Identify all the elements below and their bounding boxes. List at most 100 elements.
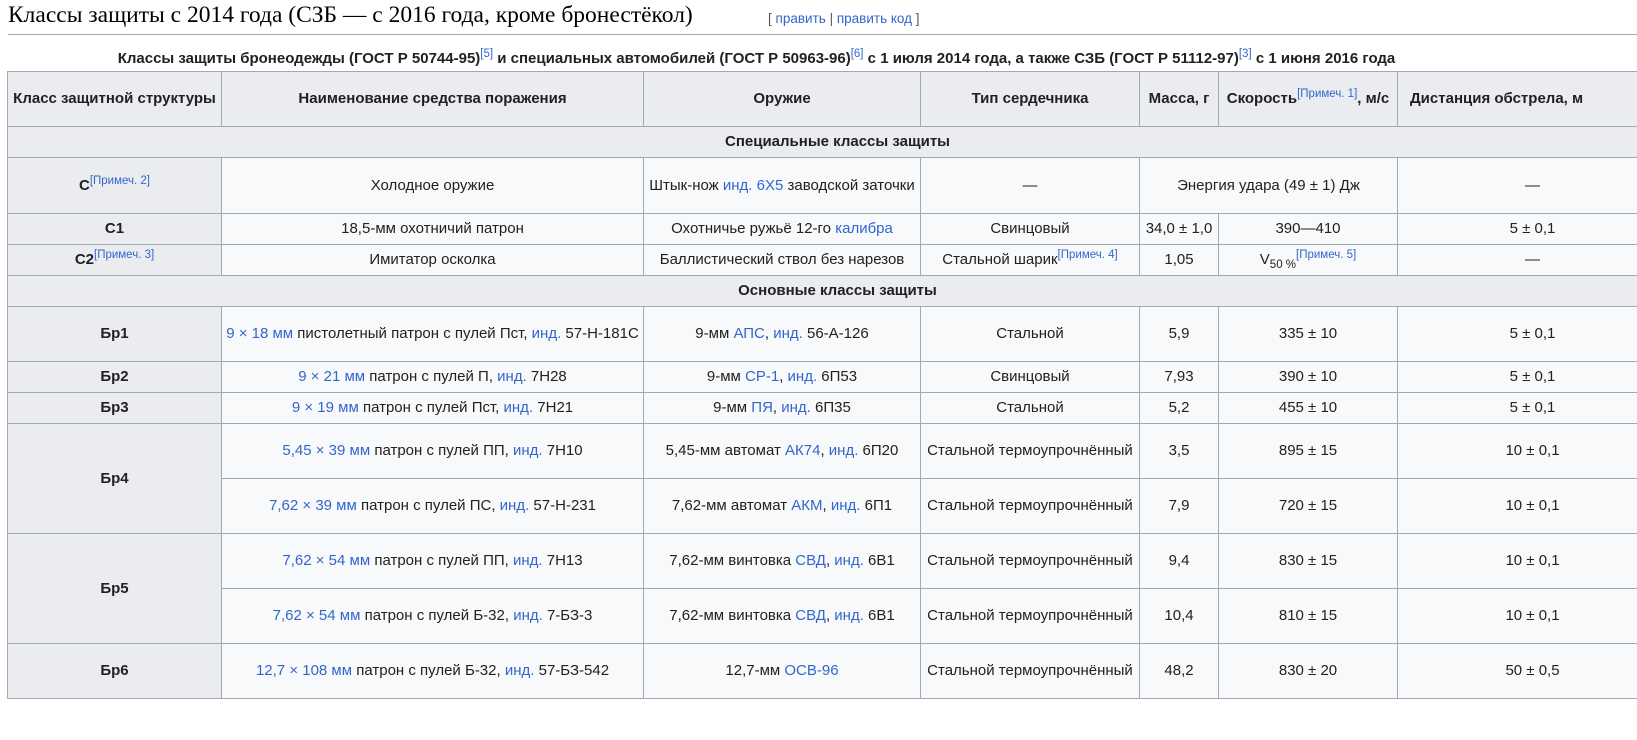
- note-3-link[interactable]: [Примеч. 3]: [94, 249, 154, 261]
- caliber-link[interactable]: 5,45 × 39 мм: [282, 442, 370, 459]
- caption-ref-3[interactable]: [3]: [1239, 48, 1252, 60]
- weapon-link[interactable]: СР-1: [745, 368, 779, 385]
- weapon-cell: 9-мм ПЯ, инд. 6П35: [643, 392, 921, 424]
- table-row-br2: Бр2 9 × 21 мм патрон с пулей П, инд. 7Н2…: [7, 361, 1637, 393]
- speed-cell: 390 ± 10: [1218, 361, 1398, 393]
- name-text: патрон с пулей П,: [365, 368, 498, 385]
- caliber-link[interactable]: калибра: [835, 220, 893, 237]
- weapon-link[interactable]: инд. 6Х5: [723, 177, 783, 194]
- weapon-code: 6П1: [860, 497, 893, 514]
- caption-text-2: и специальных автомобилей (ГОСТ Р 50963-…: [493, 50, 851, 67]
- core-cell: Стальной шарик[Примеч. 4]: [920, 244, 1140, 276]
- caliber-link[interactable]: 7,62 × 54 мм: [273, 607, 361, 624]
- weapon-link[interactable]: ОСВ-96: [784, 662, 838, 679]
- name-cell: 7,62 × 54 мм патрон с пулей Б-32, инд. 7…: [221, 588, 644, 644]
- table-row-br5a: Бр5 7,62 × 54 мм патрон с пулей ПП, инд.…: [7, 533, 1637, 644]
- index-link[interactable]: инд.: [497, 368, 527, 385]
- class-cell: Бр2: [7, 361, 222, 393]
- weapon-link[interactable]: АПС: [733, 325, 764, 342]
- col-header-mass: Масса, г: [1139, 71, 1219, 127]
- index-link[interactable]: инд.: [513, 607, 543, 624]
- weapon-index-link[interactable]: инд.: [781, 399, 811, 416]
- index-link[interactable]: инд.: [513, 552, 543, 569]
- weapon-cell: 9-мм СР-1, инд. 6П53: [643, 361, 921, 393]
- note-2-link[interactable]: [Примеч. 2]: [90, 175, 150, 187]
- index-link[interactable]: инд.: [532, 325, 562, 342]
- core-cell: Свинцовый: [920, 213, 1140, 245]
- speed-v: V: [1259, 251, 1270, 268]
- weapon-index-link[interactable]: инд.: [834, 552, 864, 569]
- name-cell: 7,62 × 54 мм патрон с пулей ПП, инд. 7Н1…: [221, 533, 644, 589]
- index-link[interactable]: инд.: [504, 399, 534, 416]
- header-row: Класс защитной структуры Наименование ср…: [7, 71, 1637, 127]
- note-1-link[interactable]: [Примеч. 1]: [1297, 88, 1357, 100]
- index-link[interactable]: инд.: [513, 442, 543, 459]
- weapon-cell: 7,62-мм винтовка СВД, инд. 6В1: [643, 588, 921, 644]
- caliber-link[interactable]: 12,7 × 108 мм: [256, 662, 352, 679]
- section-label-main: Основные классы защиты: [7, 275, 1637, 307]
- weapon-link[interactable]: ПЯ: [751, 399, 773, 416]
- name-cell: Имитатор осколка: [221, 244, 644, 276]
- weapon-text: 9-мм: [713, 399, 752, 416]
- caption-ref-5[interactable]: [5]: [480, 48, 493, 60]
- mass-cell: 48,2: [1139, 643, 1219, 699]
- edit-link[interactable]: править: [776, 11, 826, 26]
- index-code: 57-Н-231: [529, 497, 596, 514]
- caliber-link[interactable]: 9 × 18 мм: [226, 325, 293, 342]
- weapon-index-link[interactable]: инд.: [831, 497, 861, 514]
- core-text: Стальной шарик: [942, 251, 1058, 268]
- col-header-name: Наименование средства поражения: [221, 71, 644, 127]
- weapon-text: 5,45-мм автомат: [665, 442, 785, 459]
- distance-cell: —: [1397, 244, 1637, 276]
- caliber-link[interactable]: 7,62 × 54 мм: [282, 552, 370, 569]
- weapon-link[interactable]: СВД: [795, 552, 826, 569]
- index-code: 57-БЗ-542: [534, 662, 610, 679]
- weapon-sep: ,: [764, 325, 774, 342]
- weapon-cell: Штык-нож инд. 6Х5 заводской заточки: [643, 157, 921, 214]
- name-text: пистолетный патрон с пулей Пст,: [293, 325, 532, 342]
- speed-sub: 50 %: [1269, 259, 1297, 271]
- distance-cell: 10 ± 0,1: [1397, 423, 1637, 479]
- speed-cell: 810 ± 15: [1218, 588, 1398, 644]
- weapon-text: 7,62-мм винтовка: [669, 552, 796, 569]
- weapon-index-link[interactable]: инд.: [773, 325, 803, 342]
- weapon-cell: Охотничье ружьё 12-го калибра: [643, 213, 921, 245]
- note-5-link[interactable]: [Примеч. 5]: [1296, 249, 1356, 261]
- core-cell: Стальной: [920, 392, 1140, 424]
- speed-cell: V50 %[Примеч. 5]: [1218, 244, 1398, 276]
- core-cell: —: [920, 157, 1140, 214]
- table-container[interactable]: Класс защитной структуры Наименование ср…: [7, 71, 1637, 740]
- core-cell: Стальной термоупрочнённый: [920, 588, 1140, 644]
- weapon-link[interactable]: АК74: [785, 442, 820, 459]
- caption-ref-6[interactable]: [6]: [851, 48, 864, 60]
- distance-cell: 10 ± 0,1: [1397, 478, 1637, 534]
- weapon-link[interactable]: АКМ: [791, 497, 822, 514]
- weapon-code: 6П35: [810, 399, 851, 416]
- index-link[interactable]: инд.: [505, 662, 535, 679]
- weapon-cell: 12,7-мм ОСВ-96: [643, 643, 921, 699]
- index-link[interactable]: инд.: [500, 497, 530, 514]
- mass-cell: 3,5: [1139, 423, 1219, 479]
- edit-bracket-close: ]: [915, 11, 920, 26]
- mass-cell: 34,0 ± 1,0: [1139, 213, 1219, 245]
- index-code: 7Н13: [542, 552, 583, 569]
- name-text: патрон с пулей Б-32,: [360, 607, 514, 624]
- index-code: 7-БЗ-3: [542, 607, 593, 624]
- weapon-index-link[interactable]: инд.: [788, 368, 818, 385]
- caliber-link[interactable]: 9 × 21 мм: [298, 368, 365, 385]
- table-row-c2: С2[Примеч. 3] Имитатор осколка Баллистич…: [7, 244, 1637, 276]
- note-4-link[interactable]: [Примеч. 4]: [1058, 249, 1118, 261]
- core-cell: Стальной: [920, 306, 1140, 362]
- core-cell: Стальной термоупрочнённый: [920, 423, 1140, 479]
- mass-cell: 10,4: [1139, 588, 1219, 644]
- weapon-index-link[interactable]: инд.: [829, 442, 859, 459]
- caliber-link[interactable]: 7,62 × 39 мм: [269, 497, 357, 514]
- edit-code-link[interactable]: править код: [837, 11, 912, 26]
- speed-cell: 830 ± 15: [1218, 533, 1398, 589]
- weapon-index-link[interactable]: инд.: [834, 607, 864, 624]
- caliber-link[interactable]: 9 × 19 мм: [292, 399, 359, 416]
- weapon-link[interactable]: СВД: [795, 607, 826, 624]
- class-cell: Бр1: [7, 306, 222, 362]
- caption-text-1: Классы защиты бронеодежды (ГОСТ Р 50744-…: [117, 50, 481, 67]
- col-header-core: Тип сердечника: [920, 71, 1140, 127]
